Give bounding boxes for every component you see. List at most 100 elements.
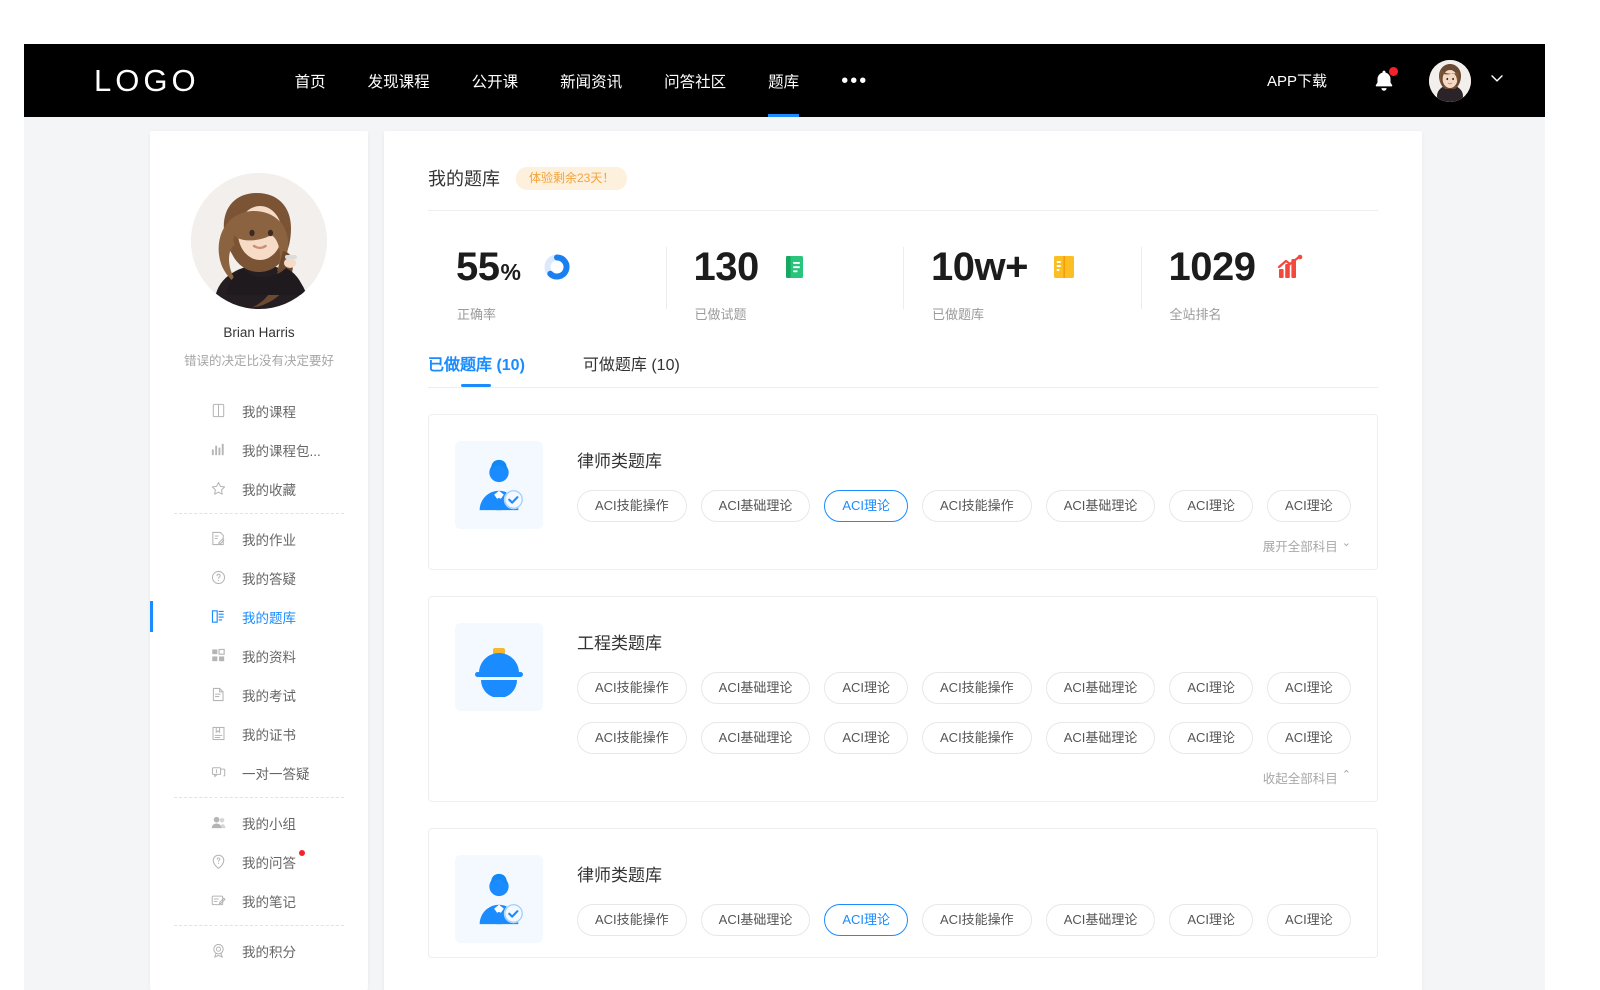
notification-bell-button[interactable] (1371, 68, 1397, 94)
sidebar-item-label: 我的小组 (242, 813, 296, 833)
nav-item-0[interactable]: 首页 (274, 44, 347, 117)
sidebar-item-4[interactable]: 我的答疑 (150, 558, 368, 597)
sidebar-item-label: 我的课程 (242, 401, 296, 421)
nav-item-2[interactable]: 公开课 (451, 44, 540, 117)
green-book-icon (781, 253, 809, 281)
page-root: LOGO 首页发现课程公开课新闻资讯问答社区题库••• APP下载 (0, 0, 1600, 990)
donut-chart-icon (542, 252, 572, 282)
bank-body: 工程类题库ACI技能操作ACI基础理论ACI理论ACI技能操作ACI基础理论AC… (577, 623, 1351, 787)
sidebar-item-13[interactable]: 我的积分 (150, 931, 368, 970)
stat-label: 已做题库 (903, 304, 1141, 323)
green-book-icon (781, 253, 809, 281)
sidebar-item-badge-dot (299, 850, 305, 856)
nav-item-3[interactable]: 新闻资讯 (539, 44, 643, 117)
stat-value-number: 130 (694, 245, 759, 289)
group-icon (210, 814, 227, 831)
subject-tag[interactable]: ACI基础理论 (1046, 722, 1156, 754)
sidebar-item-11[interactable]: 我的问答 (150, 842, 368, 881)
question-bank-list: 律师类题库ACI技能操作ACI基础理论ACI理论ACI技能操作ACI基础理论AC… (384, 414, 1422, 958)
subject-tag[interactable]: ACI基础理论 (701, 490, 811, 522)
sidebar-item-2[interactable]: 我的收藏 (150, 469, 368, 508)
subject-tag[interactable]: ACI理论 (1169, 904, 1253, 936)
subject-tag[interactable]: ACI技能操作 (922, 490, 1032, 522)
sidebar-item-1[interactable]: 我的课程包... (150, 430, 368, 469)
nav-item-5[interactable]: 题库 (747, 44, 820, 117)
subject-tag[interactable]: ACI理论 (824, 672, 908, 704)
subject-tag[interactable]: ACI基础理论 (701, 672, 811, 704)
qa-pin-icon (210, 853, 227, 870)
book-icon (210, 402, 227, 419)
tab-1[interactable]: 可做题库 (10) (583, 351, 680, 387)
expand-collapse-subjects-button[interactable]: 收起全部科目⌃ (577, 768, 1351, 787)
sidebar-item-0[interactable]: 我的课程 (150, 391, 368, 430)
donut-chart-icon (542, 252, 572, 282)
subject-tag[interactable]: ACI技能操作 (577, 904, 687, 936)
question-bank-icon (210, 608, 227, 625)
sidebar-item-3[interactable]: 我的作业 (150, 519, 368, 558)
site-logo[interactable]: LOGO (94, 65, 200, 96)
nav-item-1[interactable]: 发现课程 (347, 44, 451, 117)
sidebar-item-label: 我的考试 (242, 685, 296, 705)
sidebar-item-7[interactable]: 我的考试 (150, 675, 368, 714)
sidebar-item-label: 我的作业 (242, 529, 296, 549)
subject-tag[interactable]: ACI技能操作 (577, 722, 687, 754)
question-bank-card[interactable]: 律师类题库ACI技能操作ACI基础理论ACI理论ACI技能操作ACI基础理论AC… (428, 414, 1378, 570)
header-divider (428, 210, 1378, 211)
subject-tag[interactable]: ACI技能操作 (922, 672, 1032, 704)
subject-tag[interactable]: ACI技能操作 (577, 672, 687, 704)
subject-tag[interactable]: ACI基础理论 (1046, 490, 1156, 522)
tab-0[interactable]: 已做题库 (10) (428, 351, 525, 387)
subject-tag[interactable]: ACI技能操作 (922, 904, 1032, 936)
bank-tag-row: ACI技能操作 ACI基础理论 ACI理论 ACI技能操作 ACI基础理论 ACI理论 AC… (577, 672, 1351, 704)
sidebar-divider (174, 797, 344, 798)
sidebar-item-label: 我的资料 (242, 646, 296, 666)
subject-tag[interactable]: ACI理论 (1169, 672, 1253, 704)
subject-tag[interactable]: ACI技能操作 (577, 490, 687, 522)
sidebar-item-8[interactable]: 我的证书 (150, 714, 368, 753)
trial-status-badge: 体验剩余23天！ (516, 167, 627, 190)
nav-more-icon[interactable]: ••• (820, 44, 889, 117)
materials-icon (210, 647, 227, 664)
subject-tag[interactable]: ACI理论 (824, 722, 908, 754)
subject-tag[interactable]: ACI基础理论 (701, 904, 811, 936)
subject-tag[interactable]: ACI理论 (1169, 490, 1253, 522)
sidebar-item-9[interactable]: 一对一答疑 (150, 753, 368, 792)
sidebar-item-5[interactable]: 我的题库 (150, 597, 368, 636)
app-download-link[interactable]: APP下载 (1267, 70, 1327, 91)
subject-tag[interactable]: ACI理论 (1267, 490, 1351, 522)
subject-tag[interactable]: ACI基础理论 (1046, 904, 1156, 936)
subject-tag[interactable]: ACI基础理论 (701, 722, 811, 754)
sidebar-divider (174, 513, 344, 514)
profile-sidebar: Brian Harris 错误的决定比没有决定要好 我的课程我的课程包...我的… (150, 131, 368, 990)
profile-avatar[interactable] (191, 173, 327, 309)
page-title: 我的题库 (428, 165, 500, 191)
subject-tag[interactable]: ACI理论 (1267, 722, 1351, 754)
stat-card-1: 130已做试题 (666, 233, 904, 333)
sidebar-item-6[interactable]: 我的资料 (150, 636, 368, 675)
medal-icon (210, 942, 227, 959)
question-bank-icon (210, 608, 227, 625)
subject-tag[interactable]: ACI理论 (1267, 904, 1351, 936)
user-menu-chevron-button[interactable] (1487, 68, 1507, 93)
question-bank-card[interactable]: 律师类题库ACI技能操作ACI基础理论ACI理论ACI技能操作ACI基础理论AC… (428, 828, 1378, 958)
nav-item-4[interactable]: 问答社区 (643, 44, 747, 117)
subject-tag[interactable]: ACI基础理论 (1046, 672, 1156, 704)
question-bank-card[interactable]: 工程类题库ACI技能操作ACI基础理论ACI理论ACI技能操作ACI基础理论AC… (428, 596, 1378, 802)
qa-pin-icon (210, 853, 227, 870)
sidebar-item-label: 我的笔记 (242, 891, 296, 911)
sidebar-item-10[interactable]: 我的小组 (150, 803, 368, 842)
homework-icon (210, 530, 227, 547)
subject-tag[interactable]: ACI技能操作 (922, 722, 1032, 754)
exam-paper-icon (210, 686, 227, 703)
stat-value-row: 10w+ (903, 247, 1141, 287)
user-avatar[interactable] (1429, 60, 1471, 102)
medal-icon (210, 942, 227, 959)
subject-tag[interactable]: ACI理论 (1169, 722, 1253, 754)
bars-icon (210, 441, 227, 458)
sidebar-item-12[interactable]: 我的笔记 (150, 881, 368, 920)
subject-tag[interactable]: ACI理论 (1267, 672, 1351, 704)
expand-collapse-subjects-button[interactable]: 展开全部科目⌄ (577, 536, 1351, 555)
subject-tag[interactable]: ACI理论 (824, 490, 908, 522)
subject-tag[interactable]: ACI理论 (824, 904, 908, 936)
sidebar-divider (174, 925, 344, 926)
